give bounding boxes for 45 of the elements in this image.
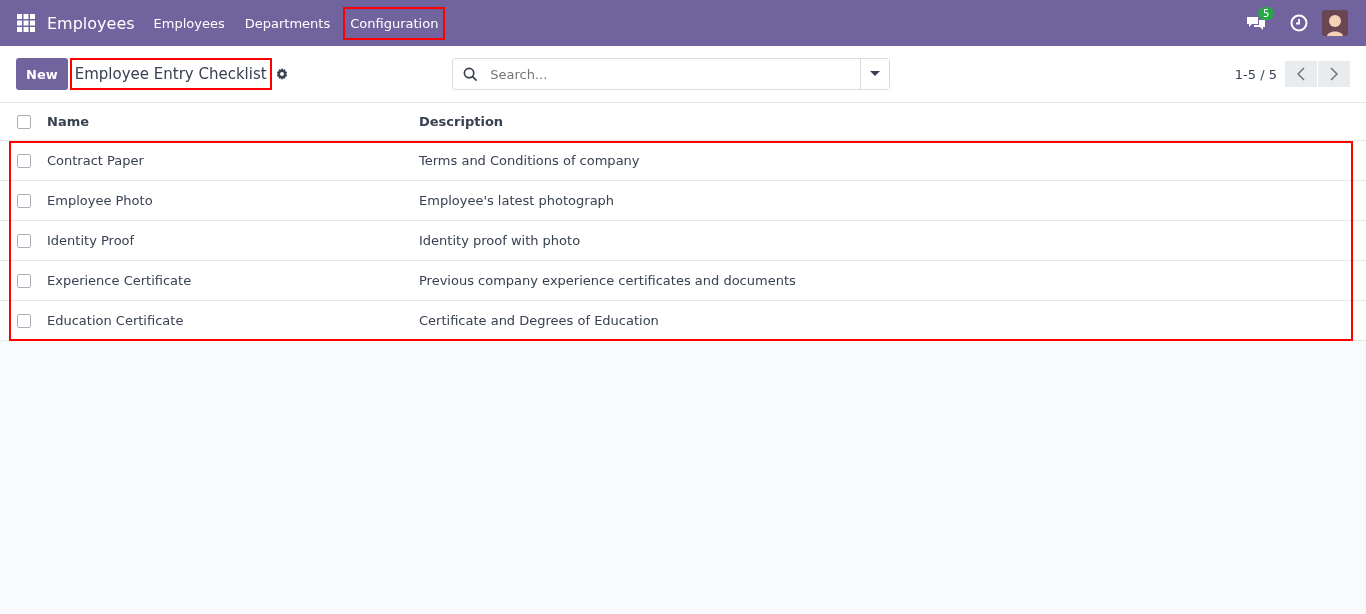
row-checkbox[interactable] [17,193,31,208]
column-header[interactable]: Description [419,114,504,129]
search-options-dropdown[interactable] [860,59,890,89]
table-cell-text: Identity Proof [47,233,136,248]
apps-grid-icon[interactable] [17,14,35,32]
next-page-button[interactable] [1318,61,1350,87]
search-input[interactable]: Search... [488,65,861,83]
table-cell: Terms and Conditions of company [419,153,640,168]
row-checkbox[interactable] [17,313,31,328]
page-title: Employee Entry Checklist [69,58,272,90]
table-row[interactable]: Experience Certificate Previous company experience certificates and documents [0,261,1366,301]
message-count: 5 [1258,7,1275,20]
app-name[interactable]: Employees [47,13,135,33]
row-checkbox[interactable] [17,273,31,288]
table-row[interactable]: Education Certificate Certificate and Degrees of Education [0,301,1366,341]
table-row[interactable]: Contract Paper Terms and Conditions of company [0,141,1366,181]
table-cell-text: Contract Paper [47,153,145,168]
new-button[interactable]: New [16,58,68,90]
table-row[interactable]: Employee Photo Employee's latest photograph [0,181,1366,221]
table-cell-text: Experience Certificate [47,273,193,288]
pager-value: 1-5 / 5 [1234,66,1277,82]
table-cell: Identity proof with photo [419,233,581,248]
table-cell: Employee's latest photograph [419,193,615,208]
chat-bubbles-icon[interactable] [1246,15,1266,31]
row-checkbox[interactable] [17,153,31,168]
menu-item[interactable]: Departments [237,6,338,40]
select-all-checkbox[interactable] [17,114,31,129]
search-field[interactable]: Search... [452,58,891,90]
caret-icon [870,71,881,77]
avatar-icon[interactable] [1322,10,1348,36]
chevron-left-icon [1297,67,1305,81]
table-cell: Previous company experience certificates and documents [419,273,796,288]
menu-item[interactable]: Configuration [343,6,446,40]
row-checkbox[interactable] [17,233,31,248]
settings-icon[interactable] [275,68,288,80]
column-header[interactable]: Name [47,114,419,129]
search-icon [463,66,479,82]
menu-item[interactable]: Employees [146,6,232,40]
clock-icon[interactable] [1290,14,1308,32]
table-cell-text: Employee Photo [47,193,154,208]
table-cell-text: Education Certificate [47,313,185,328]
chevron-right-icon [1330,67,1338,81]
previous-page-button[interactable] [1285,61,1317,87]
table-cell: Certificate and Degrees of Education [419,313,659,328]
table-row[interactable]: Identity Proof Identity proof with photo [0,221,1366,261]
